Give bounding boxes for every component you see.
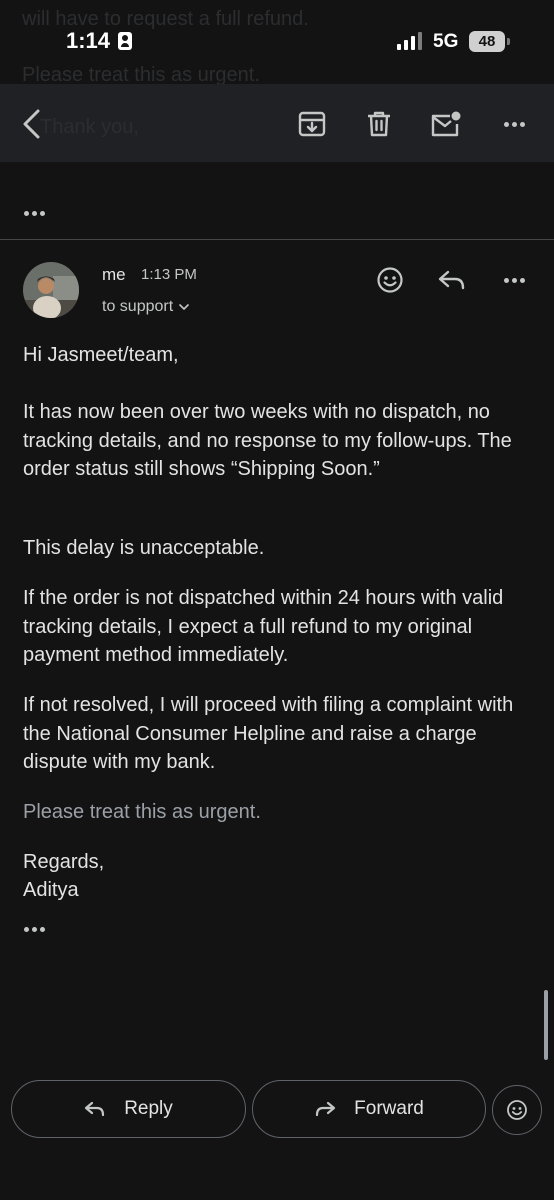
archive-button[interactable] [292,104,332,144]
previous-message-line: Thank you, [40,116,139,138]
delete-button[interactable] [359,104,399,144]
mark-unread-icon [431,111,461,137]
closing: Regards, [23,851,105,873]
forward-label: Forward [354,1098,424,1119]
scrollbar[interactable] [544,990,548,1060]
add-reaction-button[interactable] [372,262,408,298]
more-options-icon[interactable] [494,104,534,144]
body-paragraph: If not resolved, I will proceed with fil… [23,694,514,773]
message-divider [0,239,554,240]
forward-action-button[interactable]: Forward [252,1080,486,1138]
emoji-icon [377,267,403,293]
recipient-label: to support [102,298,174,315]
chevron-left-icon [23,109,40,139]
reply-button[interactable] [434,262,470,298]
archive-icon [298,111,326,137]
mark-unread-button[interactable] [426,104,466,144]
trash-icon [368,111,390,137]
battery-icon: 48 [469,31,505,52]
greeting: Hi Jasmeet/team, [23,344,179,366]
avatar[interactable] [23,262,79,318]
reply-label: Reply [124,1098,173,1119]
emoji-icon [507,1100,527,1120]
status-time: 1:14 [66,28,111,53]
emoji-reaction-button[interactable] [492,1085,542,1135]
reply-icon [85,1101,105,1117]
message-more-options-icon[interactable] [496,262,532,298]
contact-card-icon [118,32,132,50]
sent-time: 1:13 PM [141,266,197,283]
sender-name: me [102,265,126,284]
body-paragraph: If the order is not dispatched within 24… [23,587,504,666]
previous-message-line: will have to request a full refund. [22,8,309,30]
recipient-details-toggle[interactable]: to support [102,298,189,316]
message-toolbar: Thank you, [0,84,554,162]
network-type: 5G [433,31,459,52]
signal-icon [397,32,425,50]
back-button[interactable] [12,104,52,144]
body-paragraph: It has now been over two weeks with no d… [23,401,512,480]
show-trimmed-content-icon[interactable] [24,211,45,216]
forward-icon [316,1101,336,1117]
reply-action-button[interactable]: Reply [11,1080,246,1138]
urgent-line: Please treat this as urgent. [23,801,261,823]
battery-nub [507,38,510,45]
body-paragraph: This delay is unacceptable. [23,537,265,559]
signature: Aditya [23,879,79,901]
show-quoted-text-icon[interactable] [24,927,45,932]
chevron-down-icon [179,303,189,310]
reply-icon [438,270,465,290]
